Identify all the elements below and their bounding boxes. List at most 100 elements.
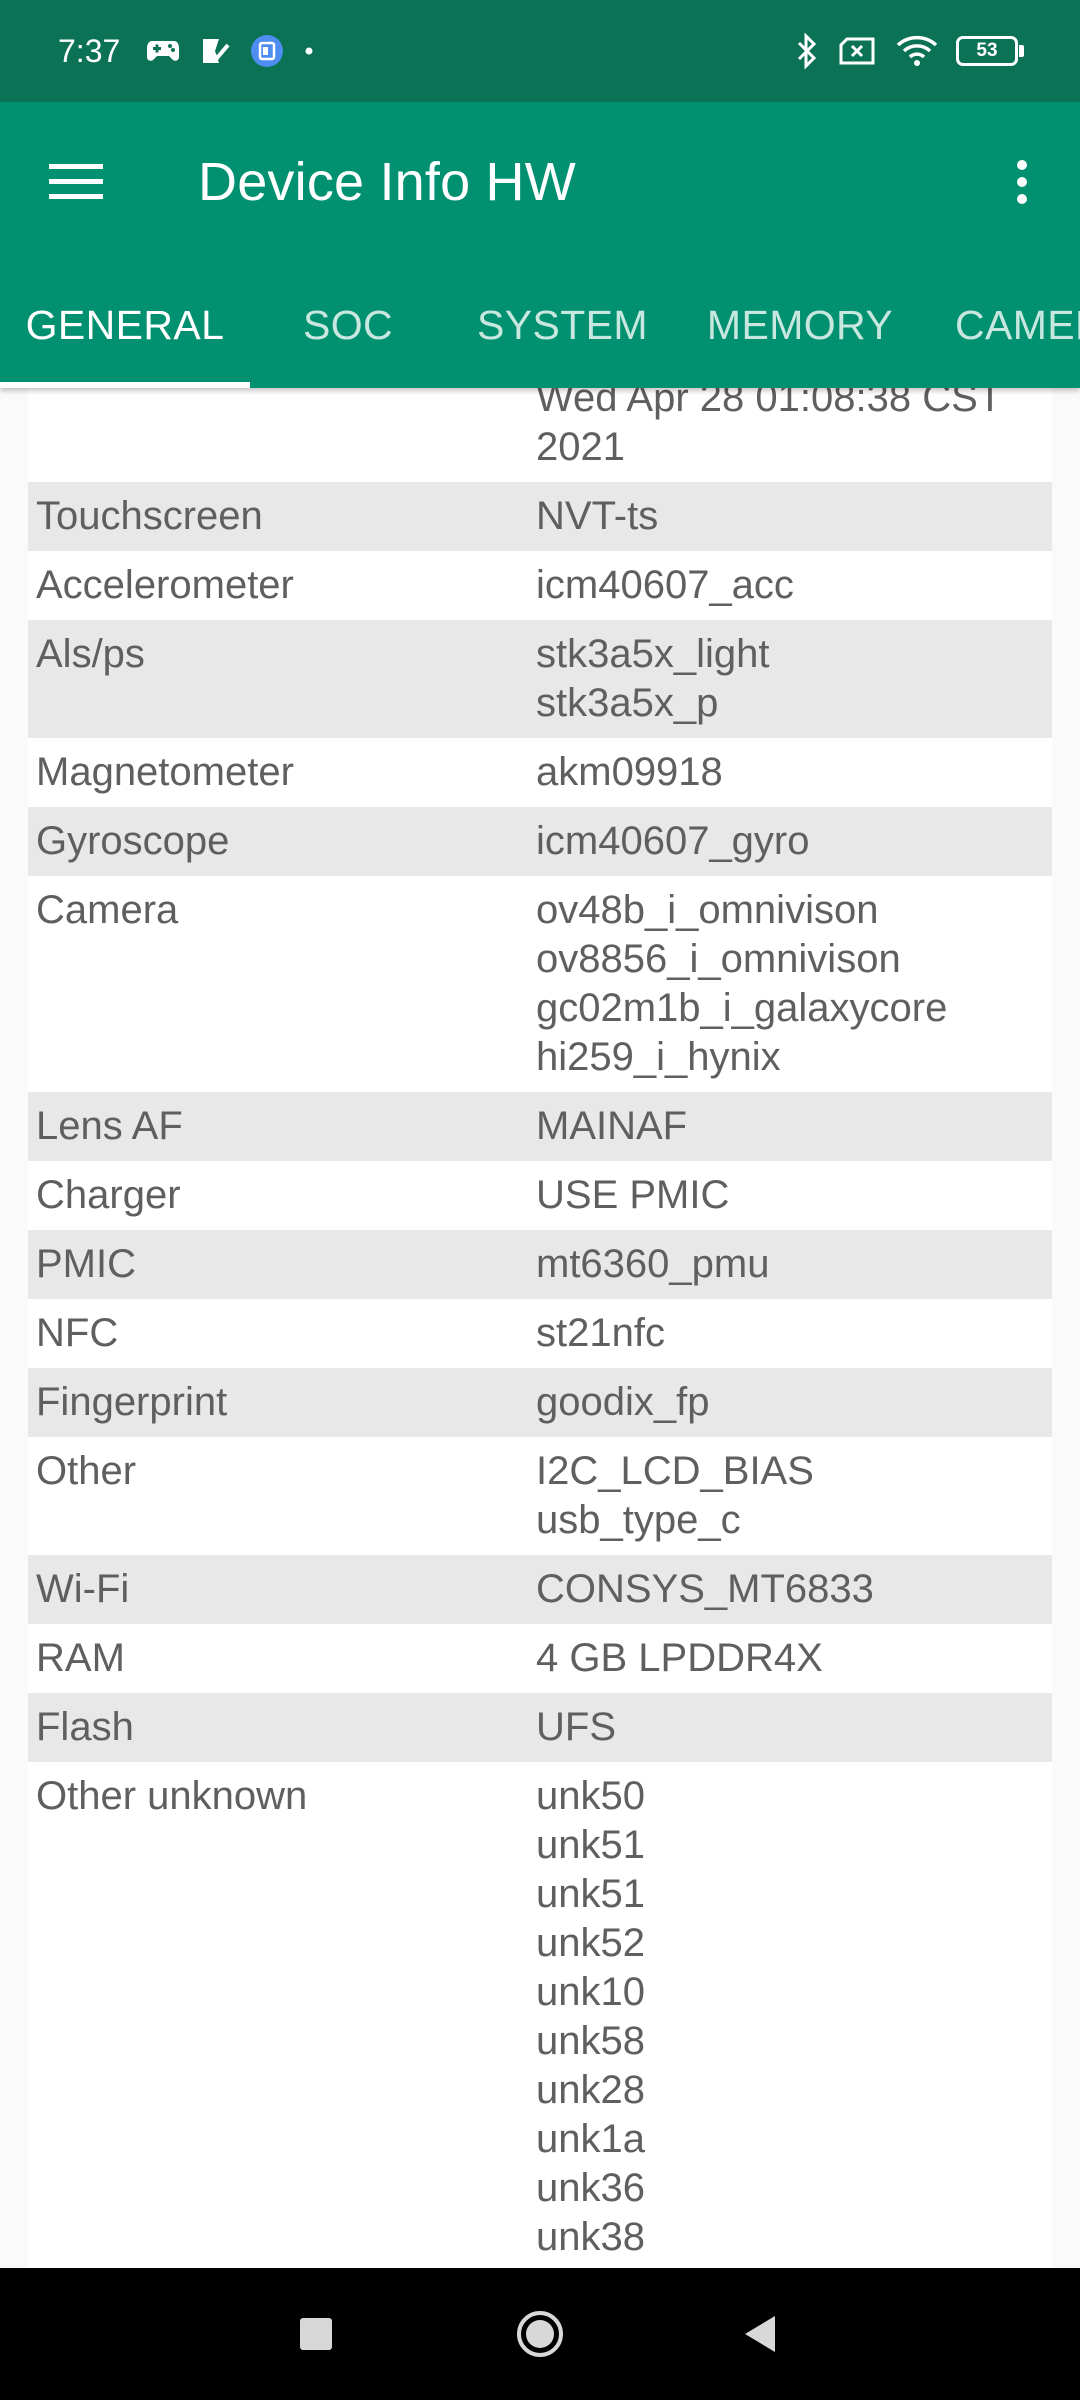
tab-camera[interactable]: CAMERA: [955, 262, 1080, 388]
battery-level: 53: [956, 36, 1018, 66]
info-table: Wed Apr 28 01:08:38 CST 2021 Touchscreen NV…: [28, 388, 1052, 2268]
info-row-value: MAINAF: [536, 1092, 1052, 1161]
info-value-line: unk1a: [536, 2117, 645, 2161]
info-value-line: 4 GB LPDDR4X: [536, 1636, 823, 1680]
info-value-line: mt6360_pmu: [536, 1242, 770, 1286]
tab-indicator: [0, 382, 250, 388]
info-row-label: Wi-Fi: [36, 1567, 130, 1611]
info-value-line: USE PMIC: [536, 1173, 730, 1217]
info-value-line: unk51: [536, 1823, 645, 1867]
info-row-value: NVT-ts: [536, 482, 1052, 551]
info-row-value: goodix_fp: [536, 1368, 1052, 1437]
info-value-line: st21nfc: [536, 1311, 665, 1355]
info-row-label: Charger: [36, 1173, 181, 1217]
info-row-label: Lens AF: [36, 1104, 183, 1148]
info-row: Other unknown unk50 unk51 unk51 unk52 unk10 un…: [28, 1762, 1052, 2268]
info-row-label: PMIC: [36, 1242, 136, 1286]
tab-system[interactable]: SYSTEM: [455, 262, 670, 388]
status-time: 7:37: [58, 32, 121, 69]
info-row-label: NFC: [36, 1311, 119, 1355]
info-value-line: hi259_i_hynix: [536, 1035, 781, 1079]
info-row-label: Magnetometer: [36, 750, 294, 794]
info-row-value: I2C_LCD_BIAS usb_type_c: [536, 1437, 1052, 1555]
tab-soc[interactable]: SOC: [268, 262, 428, 388]
info-value-line: unk38: [536, 2215, 645, 2259]
info-value-line: Wed Apr 28 01:08:38 CST: [536, 388, 1003, 420]
info-row-label: [28, 388, 536, 482]
info-row-value: CONSYS_MT6833: [536, 1555, 1052, 1624]
game-controller-icon: [146, 38, 180, 64]
info-row-label: Flash: [36, 1705, 134, 1749]
info-value-line: usb_type_c: [536, 1498, 741, 1542]
info-value-line: stk3a5x_light: [536, 632, 770, 676]
info-row: Lens AF MAINAF: [28, 1092, 1052, 1161]
info-value-line: unk50: [536, 1774, 645, 1818]
tab-memory[interactable]: MEMORY: [700, 262, 900, 388]
info-row: NFC st21nfc: [28, 1299, 1052, 1368]
info-row-value: icm40607_gyro: [536, 807, 1052, 876]
info-row-value: akm09918: [536, 738, 1052, 807]
info-value-line: icm40607_acc: [536, 563, 794, 607]
info-row: Fingerprint goodix_fp: [28, 1368, 1052, 1437]
info-value-line: ov8856_i_omnivison: [536, 937, 901, 981]
info-row-value: unk50 unk51 unk51 unk52 unk10 unk58 unk28 unk1a…: [536, 1762, 1052, 2268]
info-row: Magnetometer akm09918: [28, 738, 1052, 807]
info-row-label: Camera: [36, 888, 179, 932]
bluetooth-icon: [796, 33, 818, 69]
info-value-line: unk58: [536, 2019, 645, 2063]
info-row-label: Accelerometer: [36, 563, 294, 607]
info-value-line: unk51: [536, 1872, 645, 1916]
info-row-value: ov48b_i_omnivison ov8856_i_omnivison gc02m…: [536, 876, 1052, 1092]
app-notification-icon: [250, 34, 284, 68]
info-row: Als/ps stk3a5x_light stk3a5x_p: [28, 620, 1052, 738]
back-triangle-icon[interactable]: [724, 2298, 796, 2370]
info-value-line: ov48b_i_omnivison: [536, 888, 879, 932]
info-list[interactable]: Wed Apr 28 01:08:38 CST 2021 Touchscreen NV…: [0, 388, 1080, 2268]
recents-square-icon[interactable]: [280, 2298, 352, 2370]
tab-general[interactable]: GENERAL: [0, 262, 250, 388]
info-value-line: CONSYS_MT6833: [536, 1567, 874, 1611]
battery-cap: [1019, 45, 1024, 57]
info-row-label: RAM: [36, 1636, 125, 1680]
sim-x-icon: [838, 36, 876, 66]
info-value-line: unk36: [536, 2166, 645, 2210]
app-title: Device Info HW: [198, 152, 576, 212]
clipboard-check-icon: [200, 36, 230, 66]
info-value-line: goodix_fp: [536, 1380, 710, 1424]
info-value-line: UFS: [536, 1705, 616, 1749]
status-bar: 7:37 53: [0, 0, 1080, 102]
info-row-value: st21nfc: [536, 1299, 1052, 1368]
app-bar: Device Info HW: [0, 102, 1080, 262]
home-circle-icon[interactable]: [504, 2298, 576, 2370]
info-value-line: unk52: [536, 1921, 645, 1965]
overflow-menu-icon[interactable]: [982, 142, 1062, 222]
info-value-line: stk3a5x_p: [536, 681, 719, 725]
dot-icon: [304, 46, 314, 56]
info-row-label: Other: [36, 1449, 137, 1493]
info-row-label: Fingerprint: [36, 1380, 228, 1424]
info-row-label: Gyroscope: [36, 819, 230, 863]
tab-bar: GENERAL SOC SYSTEM MEMORY CAMERA: [0, 262, 1080, 388]
battery-indicator: 53: [956, 36, 1024, 66]
status-left: 7:37: [58, 33, 334, 70]
info-row-label: Other unknown: [36, 1774, 308, 1818]
info-row-value: Wed Apr 28 01:08:38 CST 2021: [536, 388, 1052, 482]
info-row: Camera ov48b_i_omnivison ov8856_i_omniviso…: [28, 876, 1052, 1092]
info-row: Other I2C_LCD_BIAS usb_type_c: [28, 1437, 1052, 1555]
info-value-line: I2C_LCD_BIAS: [536, 1449, 814, 1493]
info-value-line: unk28: [536, 2068, 645, 2112]
hamburger-menu-icon[interactable]: [36, 142, 116, 222]
info-row: Charger USE PMIC: [28, 1161, 1052, 1230]
info-value-line: 2021: [536, 425, 625, 469]
status-right: 53: [776, 33, 1024, 69]
info-row-value: UFS: [536, 1693, 1052, 1762]
info-row-value: icm40607_acc: [536, 551, 1052, 620]
info-row-value: stk3a5x_light stk3a5x_p: [536, 620, 1052, 738]
info-row: Wi-Fi CONSYS_MT6833: [28, 1555, 1052, 1624]
info-row-value: 4 GB LPDDR4X: [536, 1624, 1052, 1693]
info-row-value: USE PMIC: [536, 1161, 1052, 1230]
info-row: Accelerometer icm40607_acc: [28, 551, 1052, 620]
wifi-icon: [896, 35, 938, 67]
info-value-line: unk10: [536, 1970, 645, 2014]
info-value-line: icm40607_gyro: [536, 819, 810, 863]
